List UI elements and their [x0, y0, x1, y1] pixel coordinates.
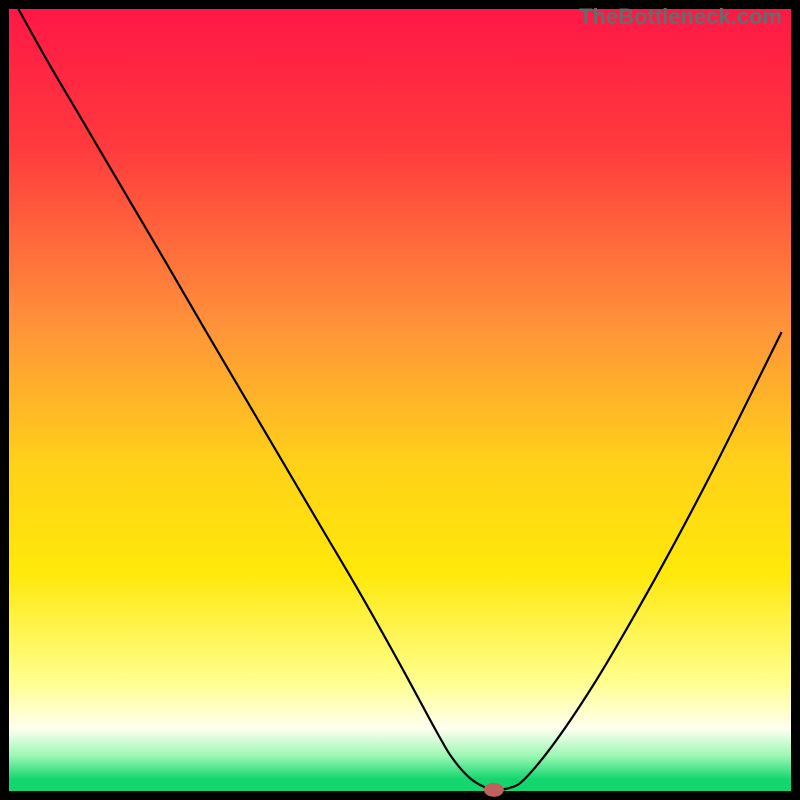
chart-svg [0, 0, 800, 800]
watermark-text: TheBottleneck.com [579, 4, 782, 30]
optimum-marker [484, 783, 504, 797]
bottleneck-chart: TheBottleneck.com [0, 0, 800, 800]
chart-plot-background [9, 9, 791, 791]
